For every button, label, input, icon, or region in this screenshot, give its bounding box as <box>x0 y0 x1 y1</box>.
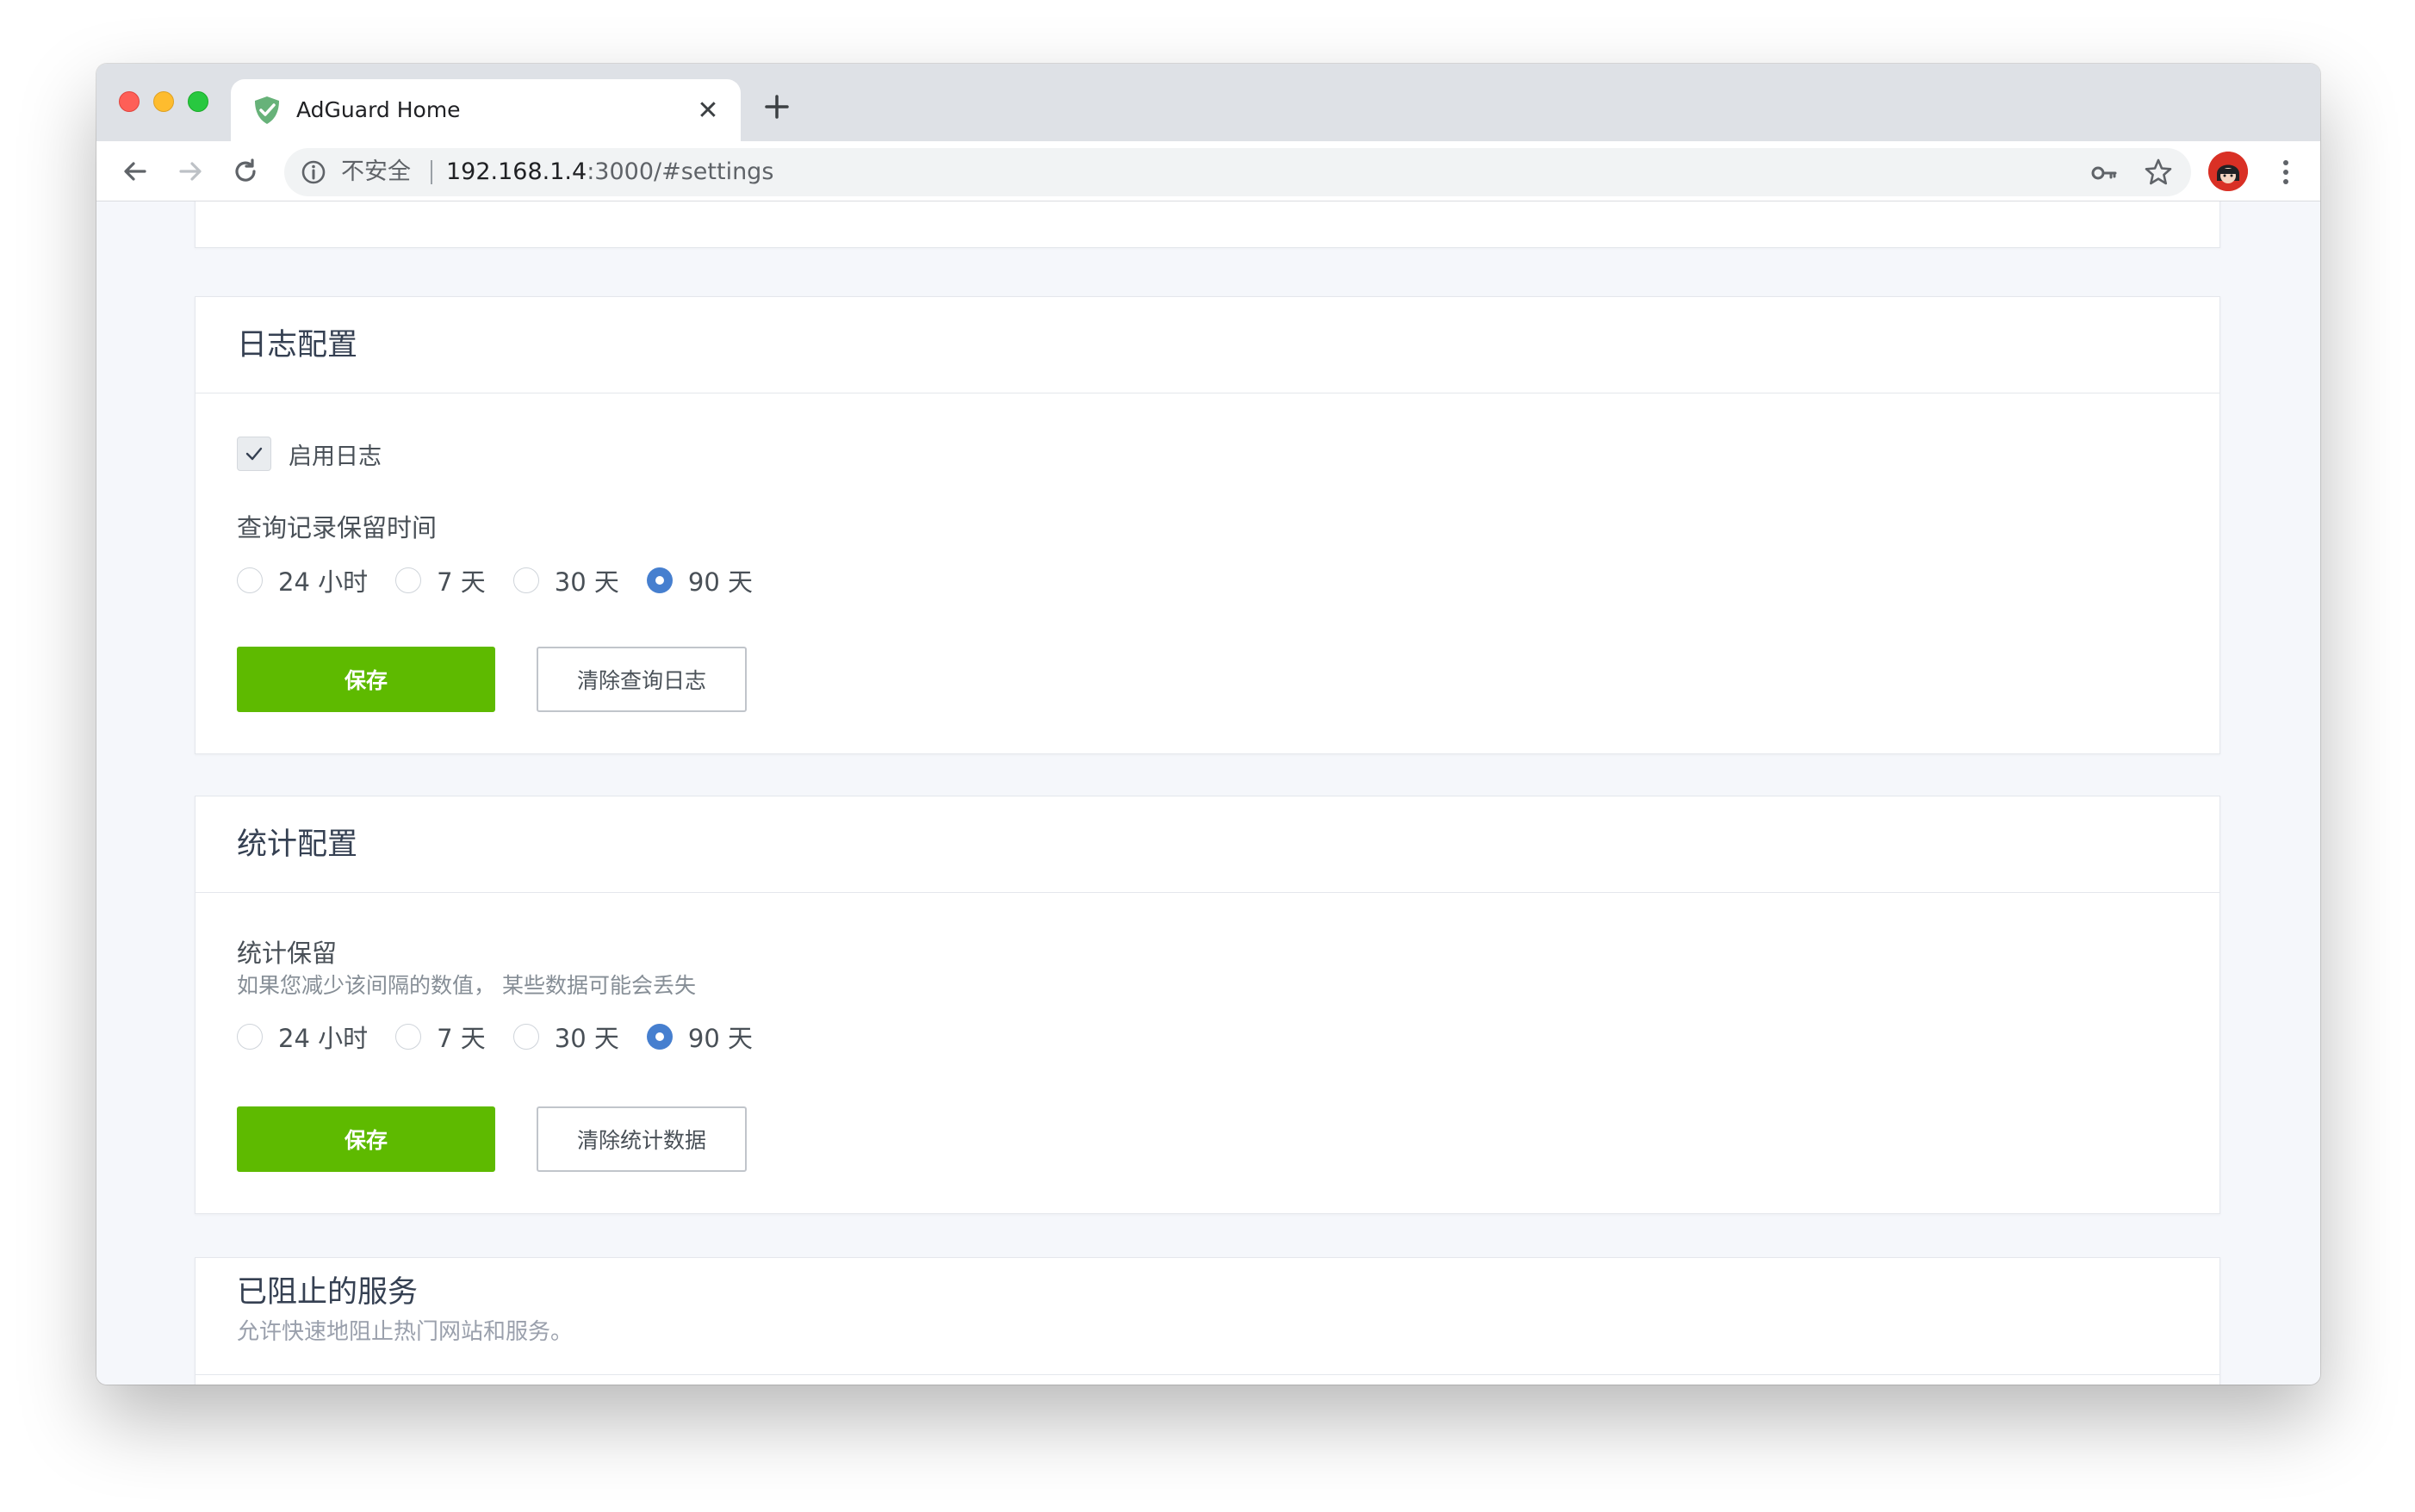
query-retention-option-90d[interactable]: 90 天 <box>646 562 754 598</box>
stats-retention-option-30d[interactable]: 30 天 <box>512 1019 619 1055</box>
maximize-window-button[interactable] <box>188 91 208 112</box>
query-retention-option-30d[interactable]: 30 天 <box>512 562 619 598</box>
browser-window: AdGuard Home ✕ 不安全 192.168.1.4:3000/#set… <box>96 64 2320 1385</box>
query-log-card: 日志配置 启用日志 查询记录保留时间 24 小时 7 天 30 天 90 天 保… <box>195 296 2220 754</box>
info-icon[interactable] <box>300 158 327 186</box>
close-window-button[interactable] <box>119 91 140 112</box>
profile-avatar[interactable] <box>2208 152 2248 191</box>
tab-close-icon[interactable]: ✕ <box>691 93 725 127</box>
address-separator <box>431 160 432 184</box>
back-button[interactable] <box>117 153 153 189</box>
arrow-left-icon <box>124 162 146 181</box>
blocked-services-card: 已阻止的服务 允许快速地阻止热门网站和服务。 <box>195 1257 2220 1385</box>
stats-retention-radio-group: 24 小时 7 天 30 天 90 天 <box>237 1019 780 1055</box>
url-host: 192.168.1.4 <box>446 158 587 185</box>
radio-button[interactable] <box>512 1024 539 1050</box>
tab-strip: AdGuard Home ✕ <box>96 64 2320 141</box>
star-icon[interactable] <box>2143 157 2174 188</box>
forward-button[interactable] <box>172 153 208 189</box>
arrow-right-icon <box>179 162 202 181</box>
enable-log-checkbox[interactable] <box>237 437 271 471</box>
new-tab-plus-icon[interactable] <box>760 90 794 124</box>
url-path: :3000/#settings <box>587 158 774 185</box>
statistics-card-header: 统计配置 <box>196 796 2219 893</box>
blocked-services-title: 已阻止的服务 <box>237 1275 419 1310</box>
save-stats-button[interactable]: 保存 <box>237 1106 495 1172</box>
adguard-shield-icon <box>255 96 279 124</box>
radio-label: 24 小时 <box>278 1024 369 1053</box>
radio-label: 7 天 <box>437 1024 486 1053</box>
clear-stats-button[interactable]: 清除统计数据 <box>537 1106 747 1172</box>
radio-label: 30 天 <box>554 567 619 597</box>
stats-retention-option-24h[interactable]: 24 小时 <box>237 1019 368 1055</box>
settings-page[interactable]: 日志配置 启用日志 查询记录保留时间 24 小时 7 天 30 天 90 天 保… <box>96 201 2320 1385</box>
query-retention-radio-group: 24 小时 7 天 30 天 90 天 <box>237 562 780 598</box>
kebab-menu-icon[interactable] <box>2270 155 2301 189</box>
not-secure-label: 不安全 <box>341 158 411 185</box>
radio-button-selected[interactable] <box>646 1024 673 1050</box>
blocked-services-subtitle: 允许快速地阻止热门网站和服务。 <box>237 1319 574 1345</box>
query-log-card-header: 日志配置 <box>196 297 2219 393</box>
stats-retention-option-90d[interactable]: 90 天 <box>646 1019 754 1055</box>
key-icon[interactable] <box>2089 158 2119 188</box>
query-log-title: 日志配置 <box>237 328 358 363</box>
stats-retention-hint: 如果您减少该间隔的数值， 某些数据可能会丢失 <box>237 973 696 998</box>
radio-button[interactable] <box>395 1024 422 1050</box>
clear-query-log-button[interactable]: 清除查询日志 <box>537 647 747 712</box>
avatar-face-icon <box>2208 152 2248 191</box>
tab-title: AdGuard Home <box>296 97 461 122</box>
radio-label: 7 天 <box>437 567 486 597</box>
browser-tab-adguard[interactable]: AdGuard Home ✕ <box>231 79 741 141</box>
url-text[interactable]: 192.168.1.4:3000/#settings <box>446 158 773 187</box>
check-icon <box>245 447 263 461</box>
query-retention-label: 查询记录保留时间 <box>237 513 438 542</box>
statistics-card: 统计配置 统计保留 如果您减少该间隔的数值， 某些数据可能会丢失 24 小时 7… <box>195 796 2220 1214</box>
radio-label: 90 天 <box>687 1024 754 1053</box>
blocked-services-card-header: 已阻止的服务 允许快速地阻止热门网站和服务。 <box>196 1258 2219 1375</box>
query-retention-option-24h[interactable]: 24 小时 <box>237 562 368 598</box>
stats-retention-label: 统计保留 <box>237 939 338 968</box>
radio-button[interactable] <box>237 1024 263 1050</box>
radio-button[interactable] <box>395 567 422 593</box>
radio-button-selected[interactable] <box>646 567 673 593</box>
statistics-title: 统计配置 <box>237 827 358 862</box>
reload-button[interactable] <box>227 153 264 189</box>
reload-icon <box>235 158 256 182</box>
address-bar[interactable]: 不安全 192.168.1.4:3000/#settings <box>284 148 2191 196</box>
browser-toolbar: 不安全 192.168.1.4:3000/#settings <box>96 141 2320 201</box>
enable-log-checkbox-row[interactable]: 启用日志 <box>237 437 382 471</box>
minimize-window-button[interactable] <box>153 91 174 112</box>
radio-button[interactable] <box>237 567 263 593</box>
radio-button[interactable] <box>512 567 539 593</box>
radio-label: 90 天 <box>687 567 754 597</box>
enable-log-label: 启用日志 <box>289 443 382 470</box>
query-retention-option-7d[interactable]: 7 天 <box>395 562 486 598</box>
previous-settings-card <box>195 201 2220 248</box>
radio-label: 30 天 <box>554 1024 619 1053</box>
radio-label: 24 小时 <box>278 567 369 597</box>
save-query-log-button[interactable]: 保存 <box>237 647 495 712</box>
stats-retention-option-7d[interactable]: 7 天 <box>395 1019 486 1055</box>
